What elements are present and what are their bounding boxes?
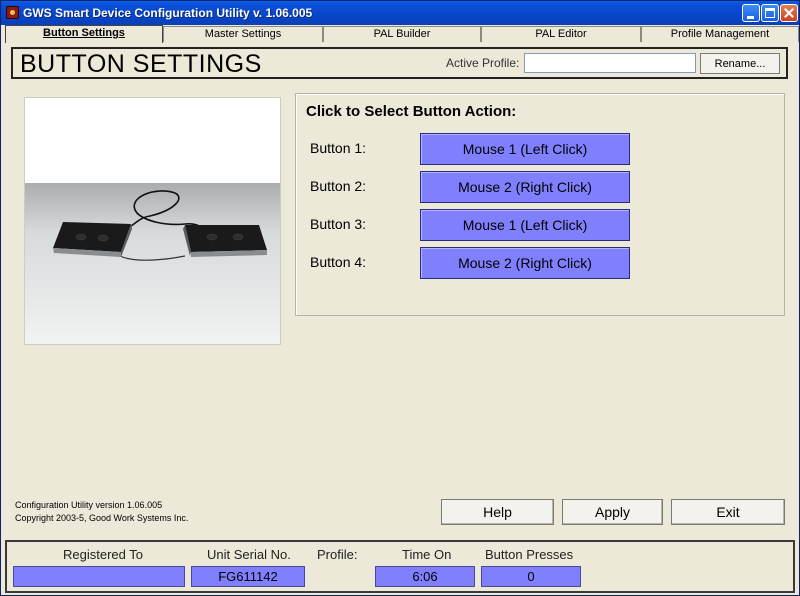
help-button[interactable]: Help bbox=[441, 499, 554, 525]
minimize-icon[interactable] bbox=[742, 4, 760, 22]
button-2-label: Button 2: bbox=[310, 178, 367, 194]
button-3-action-button[interactable]: Mouse 1 (Left Click) bbox=[420, 209, 630, 241]
button-2-action-button[interactable]: Mouse 2 (Right Click) bbox=[420, 171, 630, 203]
button-action-heading: Click to Select Button Action: bbox=[306, 103, 517, 120]
page-header: BUTTON SETTINGS Active Profile: Rename..… bbox=[11, 47, 788, 79]
version-info: Configuration Utility version 1.06.005 C… bbox=[15, 499, 188, 525]
button-3-label: Button 3: bbox=[310, 216, 367, 232]
close-icon[interactable] bbox=[780, 4, 798, 22]
page-title: BUTTON SETTINGS bbox=[20, 50, 262, 78]
tab-pal-editor[interactable]: PAL Editor bbox=[481, 26, 641, 42]
copyright-text: Copyright 2003-5, Good Work Systems Inc. bbox=[15, 513, 189, 523]
foot-switch-illustration bbox=[53, 190, 267, 261]
button-presses-value: 0 bbox=[481, 566, 581, 587]
window-title: GWS Smart Device Configuration Utility v… bbox=[23, 6, 313, 20]
app-icon[interactable] bbox=[6, 6, 19, 19]
button-presses-label: Button Presses bbox=[485, 547, 574, 562]
time-on-value: 6:06 bbox=[375, 566, 475, 587]
time-on-label: Time On bbox=[402, 547, 452, 562]
rename-button[interactable]: Rename... bbox=[700, 53, 780, 74]
tab-button-settings[interactable]: Button Settings bbox=[5, 25, 163, 43]
profile-label: Profile: bbox=[317, 547, 358, 562]
serial-number-label: Unit Serial No. bbox=[207, 547, 291, 562]
tab-profile-management[interactable]: Profile Management bbox=[641, 26, 799, 42]
tab-bar: Button Settings Master Settings PAL Buil… bbox=[3, 25, 799, 43]
tab-master-settings[interactable]: Master Settings bbox=[163, 26, 323, 42]
maximize-icon[interactable] bbox=[761, 4, 779, 22]
apply-button[interactable]: Apply bbox=[562, 499, 663, 525]
active-profile-field[interactable] bbox=[524, 53, 696, 73]
button-action-panel: Click to Select Button Action: Button 1:… bbox=[295, 93, 785, 316]
button-4-label: Button 4: bbox=[310, 254, 367, 270]
exit-button[interactable]: Exit bbox=[671, 499, 785, 525]
active-profile-label: Active Profile: bbox=[446, 56, 520, 70]
title-bar[interactable]: GWS Smart Device Configuration Utility v… bbox=[1, 1, 799, 25]
version-text: Configuration Utility version 1.06.005 bbox=[15, 500, 163, 510]
button-1-label: Button 1: bbox=[310, 140, 367, 156]
registered-to-value bbox=[13, 566, 185, 587]
serial-number-value: FG611142 bbox=[191, 566, 305, 587]
status-panel: Registered To Unit Serial No. FG611142 P… bbox=[5, 540, 795, 593]
button-4-action-button[interactable]: Mouse 2 (Right Click) bbox=[420, 247, 630, 279]
tab-pal-builder[interactable]: PAL Builder bbox=[323, 26, 481, 42]
app-window: GWS Smart Device Configuration Utility v… bbox=[0, 0, 800, 596]
registered-to-label: Registered To bbox=[63, 547, 143, 562]
button-1-action-button[interactable]: Mouse 1 (Left Click) bbox=[420, 133, 630, 165]
device-image bbox=[24, 97, 281, 345]
